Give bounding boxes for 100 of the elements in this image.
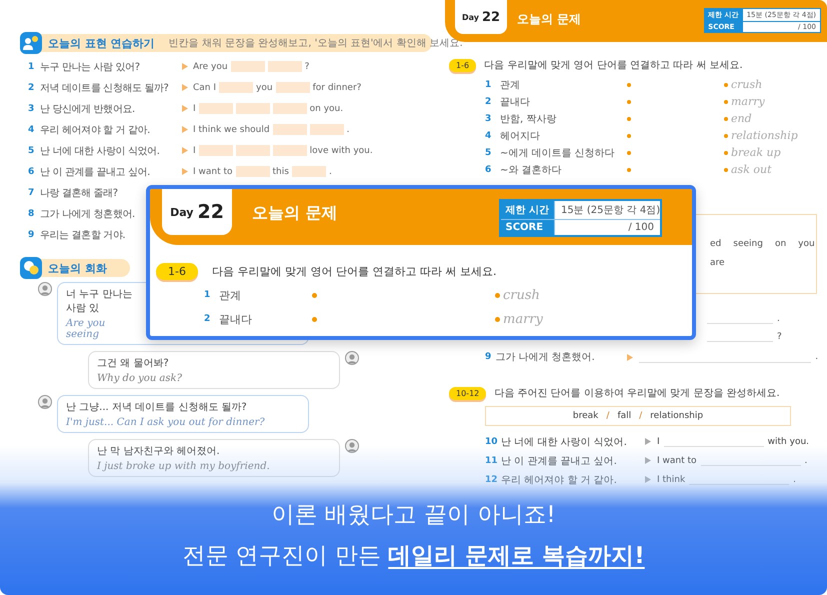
blank-field[interactable] bbox=[292, 166, 326, 177]
question-badge: 1-6 bbox=[449, 58, 476, 72]
section-title: 오늘의 회화 bbox=[48, 260, 107, 276]
match-dot[interactable] bbox=[724, 134, 728, 138]
question-instruction: 다음 주어진 단어를 이용하여 우리말에 맞게 문장을 완성하세요. bbox=[494, 387, 780, 400]
match-dot[interactable] bbox=[724, 82, 728, 86]
match-dot[interactable] bbox=[495, 316, 500, 322]
english-word: break up bbox=[731, 146, 782, 159]
korean-sentence: 누구 만나는 사람 있어? bbox=[40, 60, 141, 74]
korean-sentence: 저녁 데이트를 신청해도 될까? bbox=[40, 82, 170, 94]
blank-field[interactable] bbox=[272, 103, 307, 114]
item-number: 8 bbox=[28, 208, 36, 218]
blank-field[interactable] bbox=[230, 61, 265, 72]
english-word: marry bbox=[503, 312, 544, 326]
korean-sentence: 난 이 관계를 끝내고 싶어. bbox=[40, 166, 151, 178]
sentence-end: . bbox=[777, 314, 780, 324]
chat-bubbles-icon bbox=[20, 257, 42, 279]
english-text: for dinner? bbox=[312, 82, 362, 92]
item-number: 2 bbox=[28, 82, 36, 92]
match-dot[interactable] bbox=[627, 100, 631, 104]
match-dot[interactable] bbox=[627, 168, 631, 172]
avatar-icon bbox=[345, 439, 359, 453]
match-dot[interactable] bbox=[627, 134, 631, 138]
item-number: 10 bbox=[485, 436, 497, 446]
item-number: 1 bbox=[485, 80, 492, 90]
korean-word: 관계 bbox=[500, 78, 521, 92]
arrow-icon bbox=[182, 63, 188, 70]
english-word: marry bbox=[731, 95, 766, 108]
korean-sentence: 우리 헤어져야 할 거 같아. bbox=[501, 474, 618, 486]
blank-field[interactable] bbox=[219, 82, 254, 93]
sentence-end: . bbox=[815, 352, 818, 362]
match-dot[interactable] bbox=[724, 150, 728, 154]
english-line: I just broke up with my boyfriend. bbox=[97, 461, 271, 472]
english-text: I want to bbox=[657, 456, 697, 466]
time-value: 15분 (25문항 각 4점) bbox=[555, 201, 660, 219]
item-number: 1 bbox=[28, 62, 36, 72]
match-dot[interactable] bbox=[724, 100, 728, 104]
word-option: break bbox=[572, 411, 598, 421]
blank-field[interactable] bbox=[236, 166, 270, 177]
korean-word: ~와 결혼하다 bbox=[500, 164, 563, 176]
english-word: ask out bbox=[731, 163, 772, 176]
english-text: you bbox=[256, 82, 273, 92]
word-option: are bbox=[710, 258, 725, 277]
korean-sentence: 난 너에 대한 사랑이 식었어. bbox=[40, 144, 160, 158]
match-dot[interactable] bbox=[724, 116, 728, 120]
item-number: 1 bbox=[204, 290, 212, 300]
korean-sentence: 난 당신에게 반했어요. bbox=[40, 102, 136, 116]
match-dot[interactable] bbox=[312, 316, 317, 322]
arrow-icon bbox=[627, 354, 634, 360]
arrow-icon bbox=[182, 105, 188, 112]
day-number: 22 bbox=[482, 10, 500, 24]
arrow-icon bbox=[182, 84, 188, 91]
day-label: Day bbox=[462, 12, 479, 22]
english-text: this bbox=[272, 166, 289, 176]
blank-field[interactable] bbox=[272, 124, 307, 135]
english-word: crush bbox=[731, 78, 764, 91]
item-number: 12 bbox=[485, 474, 497, 484]
section-instruction: 빈칸을 채워 문장을 완성해보고, '오늘의 표현'에서 확인해 보세요. bbox=[168, 37, 463, 50]
korean-word: 끝내다 bbox=[219, 312, 253, 326]
english-text: I bbox=[657, 436, 660, 446]
blank-field[interactable] bbox=[272, 145, 307, 156]
arrow-icon bbox=[645, 476, 651, 483]
question-instruction: 다음 우리말에 맞게 영어 단어를 연결하고 따라 써 보세요. bbox=[212, 264, 496, 279]
banner-headline: 이론 배웠다고 끝이 아니죠! bbox=[271, 501, 556, 530]
arrow-icon bbox=[182, 126, 188, 133]
item-number: 5 bbox=[485, 148, 492, 158]
time-label: 제한 시간 bbox=[500, 201, 554, 219]
blank-field[interactable] bbox=[268, 61, 302, 72]
separator: / bbox=[639, 411, 642, 421]
blank-field[interactable] bbox=[310, 124, 344, 135]
match-dot[interactable] bbox=[495, 292, 500, 298]
blank-field[interactable] bbox=[236, 145, 270, 156]
english-text: I want to bbox=[193, 166, 233, 176]
avatar-icon bbox=[38, 282, 52, 296]
arrow-icon bbox=[182, 147, 188, 154]
korean-word: 관계 bbox=[219, 288, 242, 302]
match-dot[interactable] bbox=[724, 168, 728, 172]
word-option: fall bbox=[617, 411, 632, 421]
match-dot[interactable] bbox=[312, 292, 317, 298]
english-text: Can I bbox=[193, 82, 216, 92]
english-text: Are you bbox=[193, 62, 228, 72]
item-number: 4 bbox=[485, 130, 492, 140]
question-badge: 1-6 bbox=[156, 263, 198, 280]
score-label: SCORE bbox=[500, 220, 554, 235]
avatar-icon bbox=[345, 351, 359, 365]
blank-field[interactable] bbox=[236, 103, 270, 114]
match-dot[interactable] bbox=[627, 116, 631, 120]
english-line: Are you seeing bbox=[66, 318, 106, 340]
item-number: 7 bbox=[28, 188, 36, 198]
match-dot[interactable] bbox=[627, 82, 631, 86]
korean-line: 너 누구 만나는 사람 있 bbox=[66, 288, 134, 315]
blank-field[interactable] bbox=[198, 103, 233, 114]
day-number: 22 bbox=[197, 201, 224, 223]
blank-field[interactable] bbox=[198, 145, 233, 156]
match-dot[interactable] bbox=[627, 150, 631, 154]
page-title: 오늘의 문제 bbox=[252, 203, 338, 224]
english-line: Why do you ask? bbox=[97, 373, 183, 384]
blank-field[interactable] bbox=[276, 82, 310, 93]
english-text: love with you. bbox=[310, 146, 373, 156]
korean-word: ~에게 데이트를 신청하다 bbox=[500, 146, 616, 160]
